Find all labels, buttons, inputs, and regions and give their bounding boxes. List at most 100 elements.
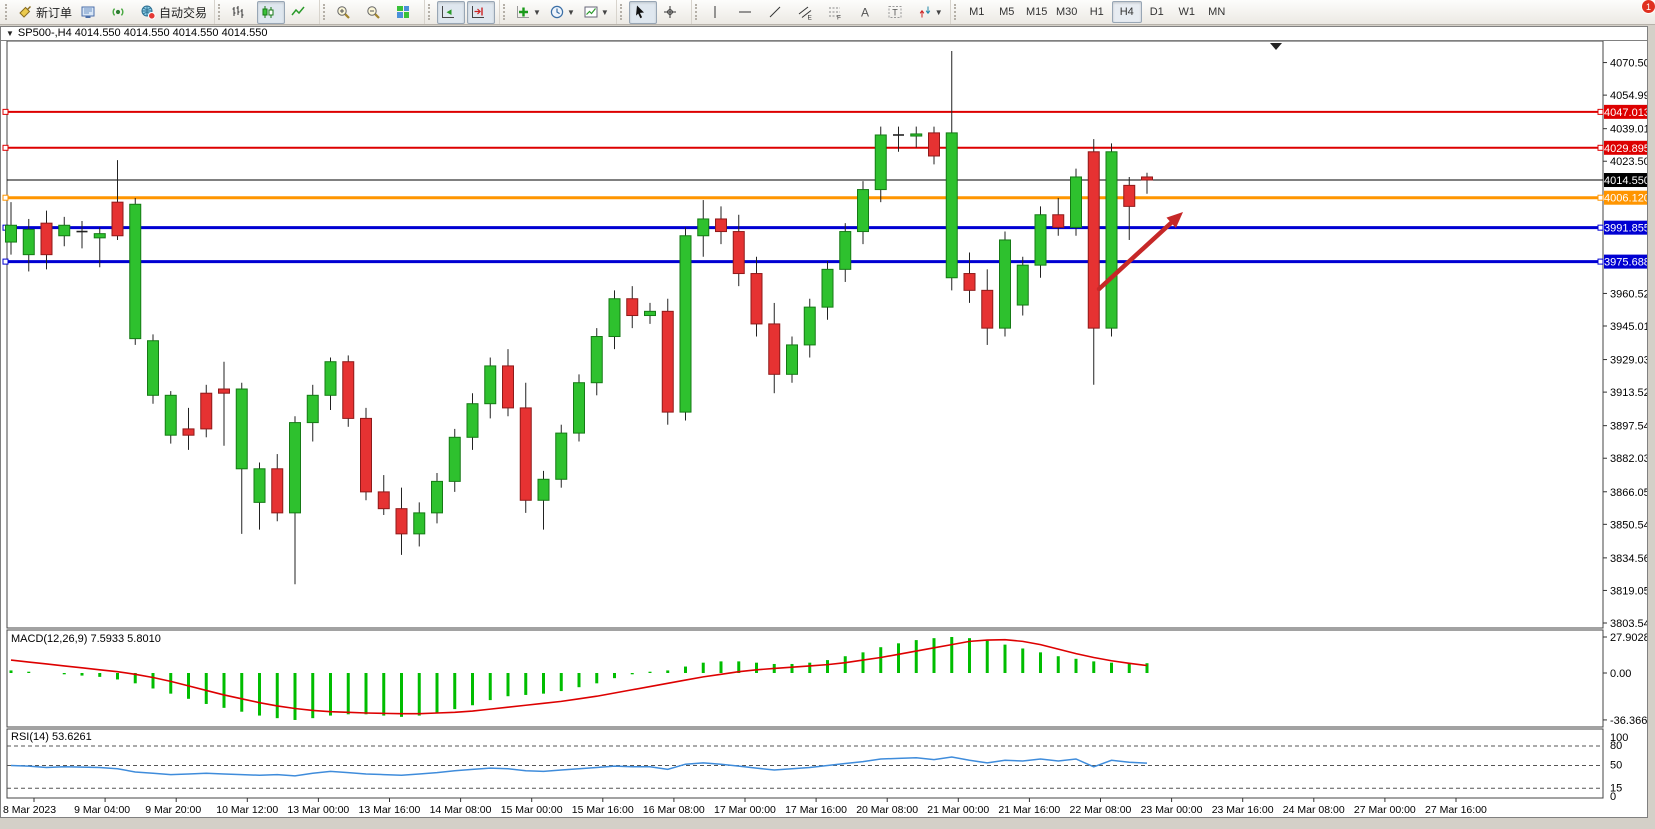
candle-body [591, 337, 602, 383]
macd-histogram-bar [400, 673, 403, 717]
tf-m5[interactable]: M5 [992, 1, 1022, 23]
cursor-button[interactable] [629, 1, 657, 24]
vertical-line-button[interactable] [704, 1, 732, 24]
candle-body [1088, 152, 1099, 328]
tf-m15[interactable]: M15 [1022, 1, 1052, 23]
signals-button[interactable] [107, 1, 135, 24]
channel-button[interactable]: E [794, 1, 822, 24]
data-window-button[interactable] [77, 1, 105, 24]
candlestick-button[interactable] [257, 1, 285, 24]
time-tick-label: 15 Mar 16:00 [572, 804, 634, 816]
candle-body [733, 232, 744, 274]
time-tick-label: 14 Mar 08:00 [430, 804, 492, 816]
zoom-out-button[interactable] [362, 1, 390, 24]
templates-button[interactable]: ▼ [580, 1, 612, 24]
time-tick-label: 13 Mar 00:00 [287, 804, 349, 816]
line-anchor[interactable] [1598, 109, 1603, 114]
chart-collapse-icon[interactable]: ▼ [6, 27, 14, 40]
candle-body [1106, 152, 1117, 328]
macd-histogram-bar [258, 673, 261, 716]
line-anchor[interactable] [3, 145, 8, 150]
price-axis[interactable]: 4086.0104070.5004054.9904039.0104023.500… [1603, 41, 1647, 803]
line-anchor[interactable] [3, 109, 8, 114]
candle-body [148, 341, 159, 396]
tf-w1[interactable]: W1 [1172, 1, 1202, 23]
auto-scroll-button[interactable] [437, 1, 465, 24]
macd-tick-label: 0.00 [1610, 668, 1631, 680]
time-tick-label: 20 Mar 08:00 [856, 804, 918, 816]
macd-histogram-bar [507, 673, 510, 696]
new-order-button[interactable]: 新订单 [14, 1, 75, 24]
macd-label: MACD(12,26,9) 7.5933 5.8010 [11, 633, 161, 645]
toolbar-group-chart-type [214, 0, 319, 24]
price-tick-label: 3882.030 [1610, 453, 1647, 465]
tf-m1[interactable]: M1 [962, 1, 992, 23]
price-badge-label: 4006.120 [1604, 193, 1647, 205]
macd-panel[interactable] [7, 630, 1603, 727]
chevron-down-icon[interactable]: ▼ [935, 8, 943, 17]
macd-histogram-bar [382, 673, 385, 716]
time-axis[interactable]: 8 Mar 20239 Mar 04:009 Mar 20:0010 Mar 1… [3, 798, 1487, 816]
chevron-down-icon[interactable]: ▼ [567, 8, 575, 17]
toolbar-grip[interactable] [954, 4, 959, 20]
line-anchor[interactable] [3, 259, 8, 264]
indicators-button[interactable]: ▼ [512, 1, 544, 24]
crosshair-button[interactable] [659, 1, 687, 24]
macd-histogram-bar [826, 660, 829, 673]
chart-canvas[interactable]: 4086.0104070.5004054.9904039.0104023.500… [1, 41, 1647, 817]
candle-body [769, 324, 780, 374]
tf-h4[interactable]: H4 [1112, 1, 1142, 23]
toolbar-grip[interactable] [218, 4, 223, 20]
horizontal-line-button[interactable] [734, 1, 762, 24]
price-tick-label: 3945.010 [1610, 321, 1647, 333]
price-tick-label: 3960.520 [1610, 288, 1647, 300]
svg-text:A: A [861, 6, 869, 20]
tile-windows-button[interactable] [392, 1, 420, 24]
tf-mn[interactable]: MN [1202, 1, 1232, 23]
line-anchor[interactable] [3, 195, 8, 200]
tf-d1[interactable]: D1 [1142, 1, 1172, 23]
zoom-in-button[interactable] [332, 1, 360, 24]
macd-histogram-bar [329, 673, 332, 716]
toolbar-grip[interactable] [503, 4, 508, 20]
bar-chart-button[interactable] [227, 1, 255, 24]
periods-button[interactable]: ▼ [546, 1, 578, 24]
line-anchor[interactable] [1598, 225, 1603, 230]
time-tick-label: 17 Mar 16:00 [785, 804, 847, 816]
macd-histogram-bar [613, 673, 616, 678]
macd-histogram-bar [63, 673, 66, 674]
line-chart-button[interactable] [287, 1, 315, 24]
chevron-down-icon[interactable]: ▼ [601, 8, 609, 17]
tf-h1[interactable]: H1 [1082, 1, 1112, 23]
candle-body [1035, 215, 1046, 265]
rsi-panel[interactable] [7, 729, 1603, 798]
label-button[interactable]: T [884, 1, 912, 24]
chevron-down-icon[interactable]: ▼ [533, 8, 541, 17]
line-anchor[interactable] [1598, 145, 1603, 150]
candle-body [414, 513, 425, 534]
text-button[interactable]: A [854, 1, 882, 24]
fibonacci-button[interactable]: F [824, 1, 852, 24]
price-tick-label: 4070.500 [1610, 58, 1647, 70]
toolbar-grip[interactable] [695, 4, 700, 20]
bar-chart-icon [230, 4, 246, 20]
arrows-button[interactable]: ▼ [914, 1, 946, 24]
new-order-button-label: 新订单 [36, 4, 72, 21]
rsi-tick-label: 50 [1610, 760, 1622, 772]
toolbar-grip[interactable] [5, 4, 10, 20]
toolbar-grip[interactable] [620, 4, 625, 20]
toolbar-grip[interactable] [428, 4, 433, 20]
line-anchor[interactable] [1598, 195, 1603, 200]
time-tick-label: 9 Mar 04:00 [74, 804, 130, 816]
candle-body [716, 219, 727, 232]
auto-trading-button[interactable]: 自动交易 [137, 1, 210, 24]
trendline-button[interactable] [764, 1, 792, 24]
macd-histogram-bar [1128, 663, 1131, 673]
rsi-tick-label: 0 [1610, 791, 1616, 803]
tf-m30[interactable]: M30 [1052, 1, 1082, 23]
toolbar-grip[interactable] [323, 4, 328, 20]
candle-body [112, 202, 123, 236]
line-anchor[interactable] [1598, 259, 1603, 264]
chart-shift-button[interactable] [467, 1, 495, 24]
candle-body [325, 362, 336, 396]
